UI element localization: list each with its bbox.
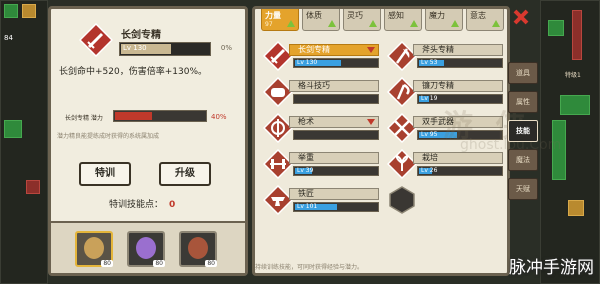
tab-0[interactable]: 力量 97 (261, 9, 299, 31)
character-strip: 80 80 80 (51, 221, 245, 273)
train-button[interactable]: 特训 (79, 162, 131, 186)
skill-description: 长剑命中+520，伤害倍率+130%。 (59, 67, 207, 77)
skill-name: 栽培 (413, 152, 503, 164)
skill-list-panel: 力量 97 体质 灵巧 感知 魔力 意志 长剑专精 Lv 130 斧头专精 Lv 53 格斗技巧 镰刀… (252, 6, 561, 276)
bottom-note: 持续训练技能，可同时获得经验与潜力。 (255, 264, 364, 271)
down-arrow-icon (367, 119, 375, 125)
skill-level-bar: Lv 39 (293, 166, 379, 176)
upgrade-button[interactable]: 升级 (159, 162, 211, 186)
training-points-label: 特训技能点： (109, 200, 164, 210)
skill-level-text: Lv 130 (123, 44, 147, 52)
skill-item[interactable]: 栽培 Lv 26 (387, 149, 505, 179)
character-slot[interactable]: 80 (179, 231, 217, 267)
skill-item[interactable]: 举重 Lv 39 (263, 149, 381, 179)
character-avatar (136, 237, 156, 259)
coin-count: 84 (4, 34, 13, 42)
nav-item[interactable]: 魔法 (508, 149, 538, 171)
skill-level-bar: Lv 130 (293, 58, 379, 68)
skill-level: Lv 39 (297, 167, 314, 174)
training-points-value: 0 (169, 200, 176, 210)
skill-level-bar: Lv 26 (417, 166, 503, 176)
tab-label: 力量 (265, 11, 281, 20)
skill-item[interactable]: 长剑专精 Lv 130 (263, 41, 381, 71)
tab-label: 意志 (470, 11, 486, 20)
up-arrow-icon (451, 20, 459, 27)
potential-hint: 潜力精良能提练成时获得的系统属加成 (57, 133, 160, 140)
skill-name: 枪术 (289, 116, 379, 128)
tab-label: 感知 (388, 11, 404, 20)
skill-level-bar (293, 130, 379, 140)
skill-level-percent: 0% (220, 44, 232, 52)
up-arrow-icon (328, 20, 336, 27)
skill-level-bar (293, 94, 379, 104)
tab-5[interactable]: 意志 (466, 9, 504, 31)
tab-value: 97 (265, 21, 273, 28)
skill-name: 镰刀专精 (413, 80, 503, 92)
tab-label: 灵巧 (347, 11, 363, 20)
down-arrow-icon (367, 47, 375, 53)
skill-level-bar: Lv 53 (417, 58, 503, 68)
skill-level: Lv 26 (421, 167, 438, 174)
character-avatar (188, 237, 208, 259)
tab-label: 魔力 (429, 11, 445, 20)
potential-bar (113, 110, 207, 122)
training-points: 特训技能点： 0 (109, 197, 175, 210)
skill-name: 举重 (289, 152, 379, 164)
tab-2[interactable]: 灵巧 (343, 9, 381, 31)
skill-level: Lv 130 (297, 59, 318, 66)
character-level: 80 (205, 260, 217, 267)
skill-item[interactable]: 枪术 (263, 113, 381, 143)
potential-percent: 40% (211, 113, 227, 121)
nav-item[interactable]: 技能 (508, 120, 538, 142)
skill-level: Lv 53 (421, 59, 438, 66)
tab-label: 体质 (306, 11, 322, 20)
potential-label: 长剑专精 潜力 (65, 115, 103, 122)
nav-item[interactable]: 道具 (508, 62, 538, 84)
character-slot[interactable]: 80 (75, 231, 113, 267)
skill-level-bar: Lv 101 (293, 202, 379, 212)
tab-3[interactable]: 感知 (384, 9, 422, 31)
up-arrow-icon (369, 20, 377, 27)
skill-level-bar: Lv 130 0% (119, 42, 232, 56)
locked-skill-slot (387, 185, 505, 215)
top-right-label: 特级1 (565, 72, 581, 79)
skill-item[interactable]: 铁匠 Lv 101 (263, 185, 381, 215)
tab-4[interactable]: 魔力 (425, 9, 463, 31)
skill-detail-panel: 长剑专精 Lv 130 0% 长剑命中+520，伤害倍率+130%。 长剑专精 … (48, 6, 248, 276)
skill-level: Lv 19 (421, 95, 438, 102)
sword-icon (79, 23, 113, 57)
skill-level: Lv 101 (297, 203, 318, 210)
skill-title: 长剑专精 (121, 30, 161, 41)
character-avatar (84, 237, 104, 259)
character-level: 80 (153, 260, 165, 267)
close-icon[interactable] (512, 8, 530, 26)
up-arrow-icon (410, 20, 418, 27)
up-arrow-icon (287, 20, 295, 27)
skill-name: 斧头专精 (413, 44, 503, 56)
hexagon-icon (389, 186, 415, 214)
skill-name: 长剑专精 (289, 44, 379, 56)
tab-1[interactable]: 体质 (302, 9, 340, 31)
nav-item[interactable]: 属性 (508, 91, 538, 113)
skill-item[interactable]: 格斗技巧 (263, 77, 381, 107)
up-arrow-icon (492, 20, 500, 27)
skill-level: Lv 95 (421, 131, 438, 138)
skill-name: 格斗技巧 (289, 80, 379, 92)
character-slot[interactable]: 80 (127, 231, 165, 267)
corner-watermark: 脉冲手游网 (509, 258, 594, 278)
skill-name: 铁匠 (289, 188, 379, 200)
attribute-tabs: 力量 97 体质 灵巧 感知 魔力 意志 (261, 9, 511, 33)
nav-item[interactable]: 天赋 (508, 178, 538, 200)
skill-item[interactable]: 斧头专精 Lv 53 (387, 41, 505, 71)
character-level: 80 (101, 260, 113, 267)
